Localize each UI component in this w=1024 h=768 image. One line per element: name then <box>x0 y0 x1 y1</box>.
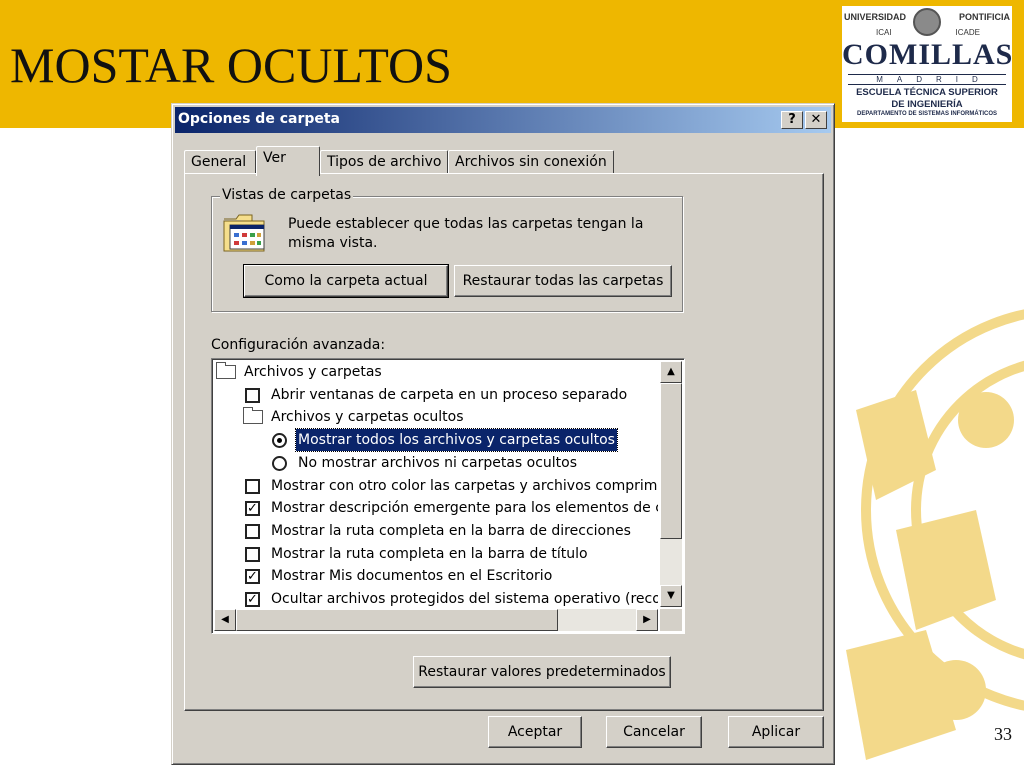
folder-options-dialog: Opciones de carpeta ? ✕ General Ver Tipo… <box>171 103 835 765</box>
list-item[interactable]: Abrir ventanas de carpeta en un proceso … <box>214 384 658 406</box>
list-item[interactable]: Archivos y carpetas <box>214 361 658 383</box>
scroll-left-button[interactable]: ◀ <box>214 609 236 631</box>
advanced-settings-items: Archivos y carpetas Abrir ventanas de car… <box>214 361 658 609</box>
list-item-label: Archivos y carpetas <box>244 364 382 380</box>
checkbox-unchecked-icon[interactable] <box>245 546 260 562</box>
ok-button[interactable]: Aceptar <box>488 716 582 748</box>
list-item-label: Mostrar descripción emergente para los e… <box>271 500 658 517</box>
radio-unselected-icon[interactable] <box>272 455 287 471</box>
tab-tipos-de-archivo[interactable]: Tipos de archivo <box>320 150 448 174</box>
logo-name: COMILLAS <box>842 38 1014 71</box>
list-item-label: Mostrar Mis documentos en el Escritorio <box>271 568 553 585</box>
list-item[interactable]: Mostrar todos los archivos y carpetas oc… <box>214 428 658 453</box>
reset-all-folders-button[interactable]: Restaurar todas las carpetas <box>454 265 672 297</box>
checkbox-checked-icon[interactable]: ✓ <box>245 569 260 585</box>
scroll-corner <box>660 609 682 631</box>
list-item-label: Mostrar la ruta completa en la barra de … <box>271 545 588 562</box>
vertical-scrollbar[interactable]: ▲ ▼ <box>660 361 682 607</box>
logo-school-line1: ESCUELA TÉCNICA SUPERIOR <box>856 87 998 98</box>
list-item[interactable]: ✓ Ocultar archivos protegidos del sistema… <box>214 588 658 609</box>
tab-ver[interactable]: Ver <box>256 146 320 176</box>
seal-watermark <box>836 270 1024 768</box>
checkbox-unchecked-icon[interactable] <box>245 523 260 539</box>
comillas-logo: UNIVERSIDAD PONTIFICIA ICAI ICADE COMILL… <box>842 6 1012 122</box>
folder-views-legend: Vistas de carpetas <box>220 187 354 203</box>
list-item-label: Archivos y carpetas ocultos <box>271 409 464 426</box>
list-item-label: No mostrar archivos ni carpetas ocultos <box>298 454 578 471</box>
folder-icon <box>216 362 236 379</box>
cancel-button[interactable]: Cancelar <box>606 716 702 748</box>
scroll-down-button[interactable]: ▼ <box>660 585 682 607</box>
list-item[interactable]: Mostrar la ruta completa en la barra de … <box>214 520 658 542</box>
advanced-settings-label: Configuración avanzada: <box>211 337 386 353</box>
folder-views-description: Puede establecer que todas las carpetas … <box>288 216 644 251</box>
slide-number: 33 <box>994 724 1012 744</box>
logo-icade: ICADE <box>955 28 980 37</box>
like-current-folder-button[interactable]: Como la carpeta actual <box>243 264 449 298</box>
logo-department: DEPARTAMENTO DE SISTEMAS INFORMÁTICOS <box>856 111 997 117</box>
checkbox-unchecked-icon[interactable] <box>245 478 260 494</box>
logo-school-line2: DE INGENIERÍA <box>891 99 963 110</box>
slide-title: MOSTAR OCULTOS <box>10 37 452 93</box>
checkbox-unchecked-icon[interactable] <box>245 387 260 403</box>
logo-universidad: UNIVERSIDAD <box>844 12 907 22</box>
help-button[interactable]: ? <box>781 111 803 129</box>
folder-view-icon <box>223 214 265 252</box>
checkbox-checked-icon[interactable]: ✓ <box>245 592 260 607</box>
dialog-title: Opciones de carpeta <box>178 111 341 127</box>
vertical-scroll-thumb[interactable] <box>660 383 682 539</box>
radio-selected-icon[interactable] <box>272 433 287 449</box>
checkbox-checked-icon[interactable]: ✓ <box>245 501 260 517</box>
list-item[interactable]: ✓ Mostrar Mis documentos en el Escritorio <box>214 565 658 587</box>
list-item-label: Mostrar con otro color las carpetas y ar… <box>271 477 658 494</box>
horizontal-scroll-thumb[interactable] <box>236 609 558 631</box>
folder-icon <box>243 407 263 425</box>
list-item[interactable]: Archivos y carpetas ocultos <box>214 406 658 428</box>
logo-city: MADRID <box>848 74 1006 85</box>
apply-button[interactable]: Aplicar <box>728 716 824 748</box>
list-item[interactable]: Mostrar con otro color las carpetas y ar… <box>214 475 658 497</box>
logo-seal-icon <box>913 8 941 36</box>
list-item-label: Mostrar la ruta completa en la barra de … <box>271 522 631 539</box>
logo-pontificia: PONTIFICIA <box>959 12 1010 22</box>
dialog-titlebar[interactable]: Opciones de carpeta ? ✕ <box>175 107 831 133</box>
tab-general[interactable]: General <box>184 150 256 174</box>
list-item-label: Ocultar archivos protegidos del sistema … <box>271 591 658 607</box>
close-button[interactable]: ✕ <box>805 111 827 129</box>
list-item-label: Abrir ventanas de carpeta en un proceso … <box>271 386 628 403</box>
scroll-right-button[interactable]: ▶ <box>636 609 658 631</box>
tab-archivos-sin-conexion[interactable]: Archivos sin conexión <box>448 150 614 174</box>
list-item-label: Mostrar todos los archivos y carpetas oc… <box>295 428 618 453</box>
logo-icai: ICAI <box>876 28 892 37</box>
ver-tab-panel: Vistas de carpetas Puede establecer que … <box>184 173 824 711</box>
restore-defaults-button[interactable]: Restaurar valores predeterminados <box>413 656 671 688</box>
scroll-up-button[interactable]: ▲ <box>660 361 682 383</box>
list-item[interactable]: ✓ Mostrar descripción emergente para los … <box>214 497 658 519</box>
advanced-settings-list[interactable]: Archivos y carpetas Abrir ventanas de car… <box>211 358 685 634</box>
list-item[interactable]: Mostrar la ruta completa en la barra de … <box>214 543 658 565</box>
list-item[interactable]: No mostrar archivos ni carpetas ocultos <box>214 452 658 474</box>
folder-views-group: Vistas de carpetas Puede establecer que … <box>211 187 683 312</box>
horizontal-scrollbar[interactable]: ◀ ▶ <box>214 609 658 631</box>
